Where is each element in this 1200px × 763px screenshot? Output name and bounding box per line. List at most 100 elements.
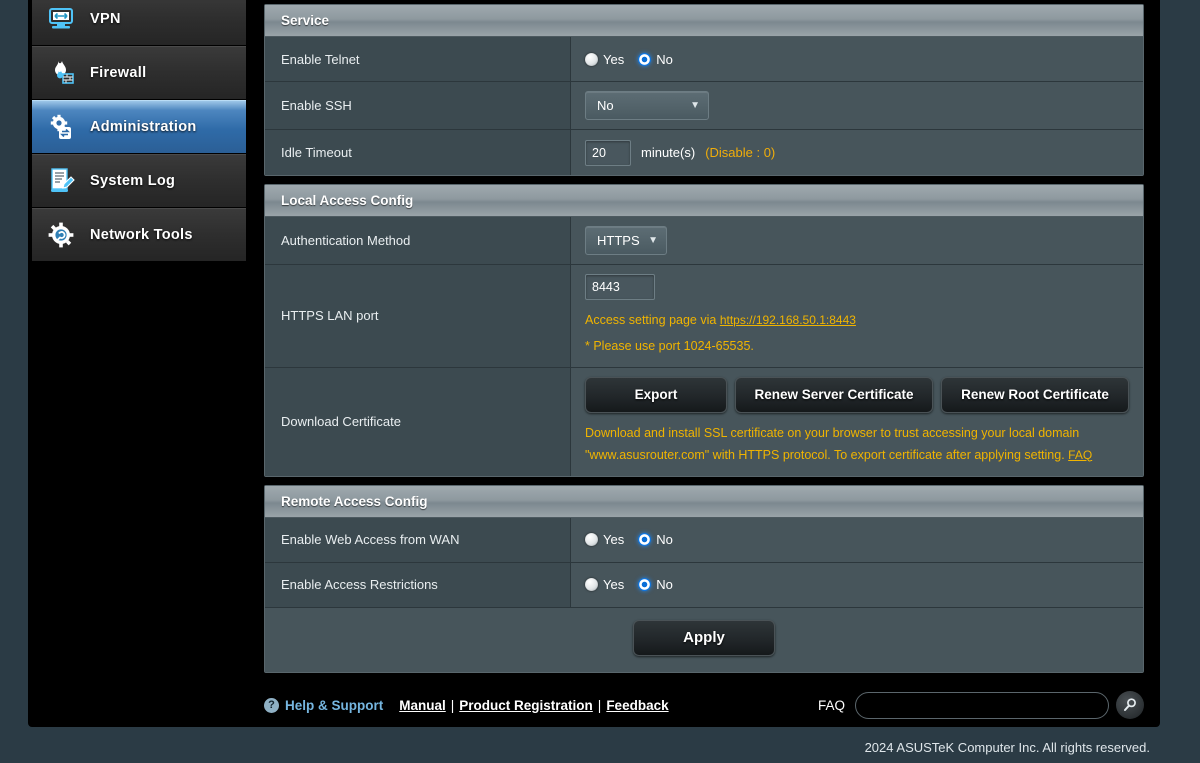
auth-method-value: HTTPS ▼ (571, 217, 1143, 264)
enable-ssh-value: No ▼ (571, 82, 1143, 129)
radio-unchecked-icon (585, 533, 598, 546)
row-access-restrictions: Enable Access Restrictions Yes No (265, 563, 1143, 608)
access-restrictions-radio-group: Yes No (585, 577, 673, 592)
radio-checked-icon (638, 53, 651, 66)
https-lan-port-label: HTTPS LAN port (265, 265, 571, 367)
enable-telnet-value: Yes No (571, 37, 1143, 81)
faq-label: FAQ (818, 698, 845, 713)
product-registration-link[interactable]: Product Registration (459, 698, 593, 713)
enable-ssh-label: Enable SSH (265, 82, 571, 129)
https-lan-port-input[interactable] (585, 274, 655, 300)
router-access-link[interactable]: https://192.168.50.1:8443 (720, 313, 856, 327)
footer-separator-1: | (451, 698, 455, 713)
enable-ssh-select[interactable]: No ▼ (585, 91, 709, 120)
row-download-certificate: Download Certificate Export Renew Server… (265, 368, 1143, 476)
web-access-wan-value: Yes No (571, 518, 1143, 562)
web-access-wan-label: Enable Web Access from WAN (265, 518, 571, 562)
page-root: VPN Firewall (0, 0, 1200, 763)
local-access-heading: Local Access Config (265, 185, 1143, 217)
help-icon: ? (264, 698, 279, 713)
sidebar-nav: VPN Firewall (32, 0, 246, 267)
sidebar-item-label: Network Tools (90, 227, 193, 243)
system-log-icon (44, 164, 78, 198)
sidebar-item-vpn[interactable]: VPN (32, 0, 246, 46)
radio-label: Yes (603, 577, 624, 592)
chevron-down-icon: ▼ (690, 101, 700, 111)
enable-telnet-radio-group: Yes No (585, 52, 673, 67)
download-certificate-value: Export Renew Server Certificate Renew Ro… (571, 368, 1143, 476)
service-heading: Service (265, 5, 1143, 37)
row-enable-ssh: Enable SSH No ▼ (265, 82, 1143, 130)
sidebar-item-label: System Log (90, 173, 175, 189)
footer-separator-2: | (598, 698, 602, 713)
sidebar-item-label: Firewall (90, 65, 146, 81)
row-auth-method: Authentication Method HTTPS ▼ (265, 217, 1143, 265)
service-panel: Service Enable Telnet Yes No (264, 4, 1144, 176)
radio-checked-icon (638, 578, 651, 591)
row-enable-telnet: Enable Telnet Yes No (265, 37, 1143, 82)
sidebar-item-label: Administration (90, 119, 197, 135)
radio-label: No (656, 532, 673, 547)
access-restrictions-value: Yes No (571, 563, 1143, 607)
copyright-text: 2024 ASUSTeK Computer Inc. All rights re… (865, 740, 1150, 755)
remote-access-heading: Remote Access Config (265, 486, 1143, 518)
row-web-access-wan: Enable Web Access from WAN Yes No (265, 518, 1143, 563)
vpn-icon (44, 2, 78, 36)
access-restrictions-label: Enable Access Restrictions (265, 563, 571, 607)
main-content: Service Enable Telnet Yes No (264, 0, 1144, 681)
renew-root-certificate-button[interactable]: Renew Root Certificate (941, 377, 1129, 413)
row-https-lan-port: HTTPS LAN port Access setting page via h… (265, 265, 1143, 368)
sidebar-item-administration[interactable]: Administration (32, 100, 246, 154)
auth-method-selected-value: HTTPS (597, 233, 640, 248)
radio-label: Yes (603, 532, 624, 547)
web-access-wan-radio-no[interactable]: No (638, 532, 673, 547)
apply-bar: Apply (265, 608, 1143, 672)
port-range-note: * Please use port 1024-65535. (585, 336, 754, 358)
chevron-down-icon: ▼ (648, 236, 658, 246)
renew-server-certificate-button[interactable]: Renew Server Certificate (735, 377, 933, 413)
download-certificate-label: Download Certificate (265, 368, 571, 476)
certificate-faq-link[interactable]: FAQ (1068, 448, 1092, 462)
network-tools-icon (44, 218, 78, 252)
access-setting-prefix: Access setting page via (585, 313, 716, 327)
radio-unchecked-icon (585, 578, 598, 591)
idle-timeout-input[interactable] (585, 140, 631, 166)
sidebar-item-network-tools[interactable]: Network Tools (32, 208, 246, 262)
enable-telnet-radio-yes[interactable]: Yes (585, 52, 624, 67)
certificate-description: Download and install SSL certificate on … (585, 426, 1079, 462)
footer-bar: ? Help & Support Manual | Product Regist… (264, 688, 1144, 722)
sidebar-item-system-log[interactable]: System Log (32, 154, 246, 208)
row-idle-timeout: Idle Timeout minute(s) (Disable : 0) (265, 130, 1143, 175)
certificate-description-block: Download and install SSL certificate on … (585, 423, 1125, 467)
feedback-link[interactable]: Feedback (606, 698, 668, 713)
export-button[interactable]: Export (585, 377, 727, 413)
sidebar-item-firewall[interactable]: Firewall (32, 46, 246, 100)
radio-unchecked-icon (585, 53, 598, 66)
idle-timeout-value: minute(s) (Disable : 0) (571, 130, 1143, 175)
faq-search-input[interactable] (855, 692, 1109, 719)
certificate-button-row: Export Renew Server Certificate Renew Ro… (585, 377, 1143, 413)
enable-ssh-selected-value: No (597, 98, 614, 113)
enable-telnet-label: Enable Telnet (265, 37, 571, 81)
web-access-wan-radio-group: Yes No (585, 532, 673, 547)
enable-telnet-radio-no[interactable]: No (638, 52, 673, 67)
radio-checked-icon (638, 533, 651, 546)
access-restrictions-radio-yes[interactable]: Yes (585, 577, 624, 592)
auth-method-select[interactable]: HTTPS ▼ (585, 226, 667, 255)
apply-button[interactable]: Apply (633, 620, 775, 656)
remote-access-panel: Remote Access Config Enable Web Access f… (264, 485, 1144, 673)
administration-icon (44, 110, 78, 144)
sidebar-item-label: VPN (90, 11, 121, 27)
idle-timeout-unit: minute(s) (641, 145, 695, 160)
search-icon[interactable] (1116, 691, 1144, 719)
local-access-panel: Local Access Config Authentication Metho… (264, 184, 1144, 477)
manual-link[interactable]: Manual (399, 698, 446, 713)
firewall-icon (44, 56, 78, 90)
access-restrictions-radio-no[interactable]: No (638, 577, 673, 592)
radio-label: No (656, 577, 673, 592)
https-lan-port-value: Access setting page via https://192.168.… (571, 265, 1143, 367)
radio-label: No (656, 52, 673, 67)
help-support-label: Help & Support (285, 698, 383, 713)
access-setting-line: Access setting page via https://192.168.… (585, 310, 856, 332)
web-access-wan-radio-yes[interactable]: Yes (585, 532, 624, 547)
